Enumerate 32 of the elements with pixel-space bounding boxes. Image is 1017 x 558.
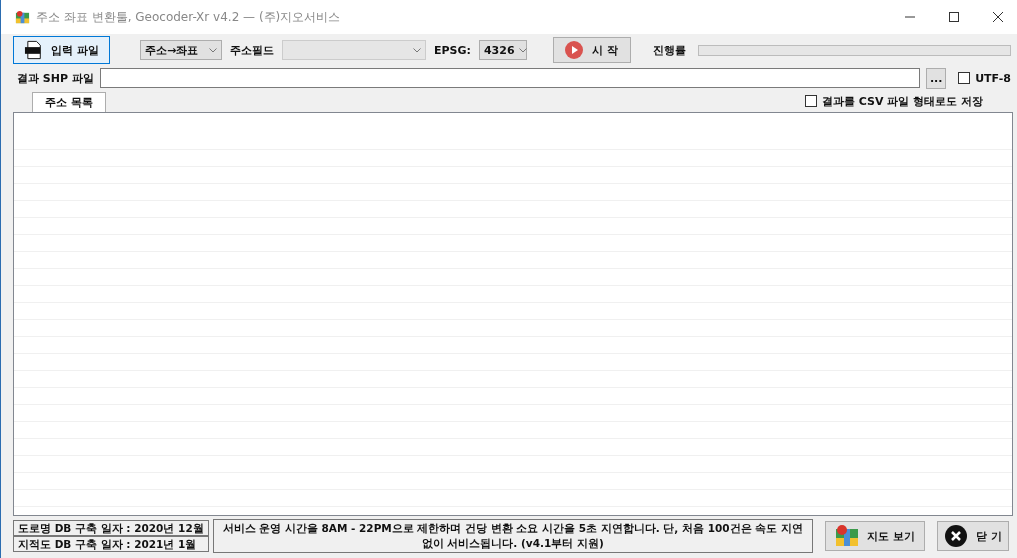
caret-icon	[413, 47, 421, 53]
play-icon	[563, 40, 584, 60]
checkbox[interactable]	[804, 95, 817, 107]
close-circle-icon	[943, 524, 968, 548]
checkbox[interactable]	[958, 72, 971, 84]
db-date-label: 지적도 DB 구축 일자 : 2021년 1월	[13, 536, 209, 552]
close-button[interactable]: 닫 기	[936, 521, 1009, 551]
checkbox-label: UTF-8	[975, 71, 1011, 85]
maximize-icon[interactable]	[949, 12, 959, 22]
epsg-label: EPSG:	[434, 43, 471, 57]
epsg-select[interactable]: 4326	[478, 40, 527, 60]
progress-label: 진행률	[652, 42, 686, 58]
field-label: 주소필드	[230, 42, 274, 58]
csv-file-icon	[24, 40, 44, 60]
close-icon[interactable]	[993, 12, 1003, 22]
checkbox-label: 결과를 CSV 파일 형태로도 저장	[821, 93, 983, 109]
caret-icon	[518, 47, 527, 53]
mode-select[interactable]: 주소→좌표	[140, 40, 222, 60]
window-title: 주소 좌표 변환툴, Geocoder-Xr v4.2 — (주)지오서비스	[36, 8, 341, 26]
input-file-button[interactable]: 입력 파일	[13, 36, 110, 64]
output-label: 결과 SHP 파일	[17, 70, 94, 86]
field-select[interactable]	[282, 40, 426, 60]
db-date-label: 도로명 DB 구축 일자 : 2020년 12월	[13, 520, 209, 536]
caret-icon	[209, 47, 217, 53]
map-icon	[834, 524, 859, 548]
start-button[interactable]: 시 작	[552, 37, 631, 63]
tab[interactable]: 주소 목록	[32, 92, 106, 112]
map-icon	[15, 9, 30, 25]
output-path-field[interactable]	[99, 68, 921, 88]
browse-button[interactable]: ...	[926, 67, 947, 89]
notice-text: 서비스 운영 시간을 8AM - 22PM으로 제한하며 건당 변환 소요 시간을 5초 지연합니다. 단, 처음 100건은 속도 지연 없이 서비스됩니다. (v4.1부터 지원)	[212, 519, 813, 553]
map-view-button[interactable]: 지도 보기	[824, 521, 925, 551]
